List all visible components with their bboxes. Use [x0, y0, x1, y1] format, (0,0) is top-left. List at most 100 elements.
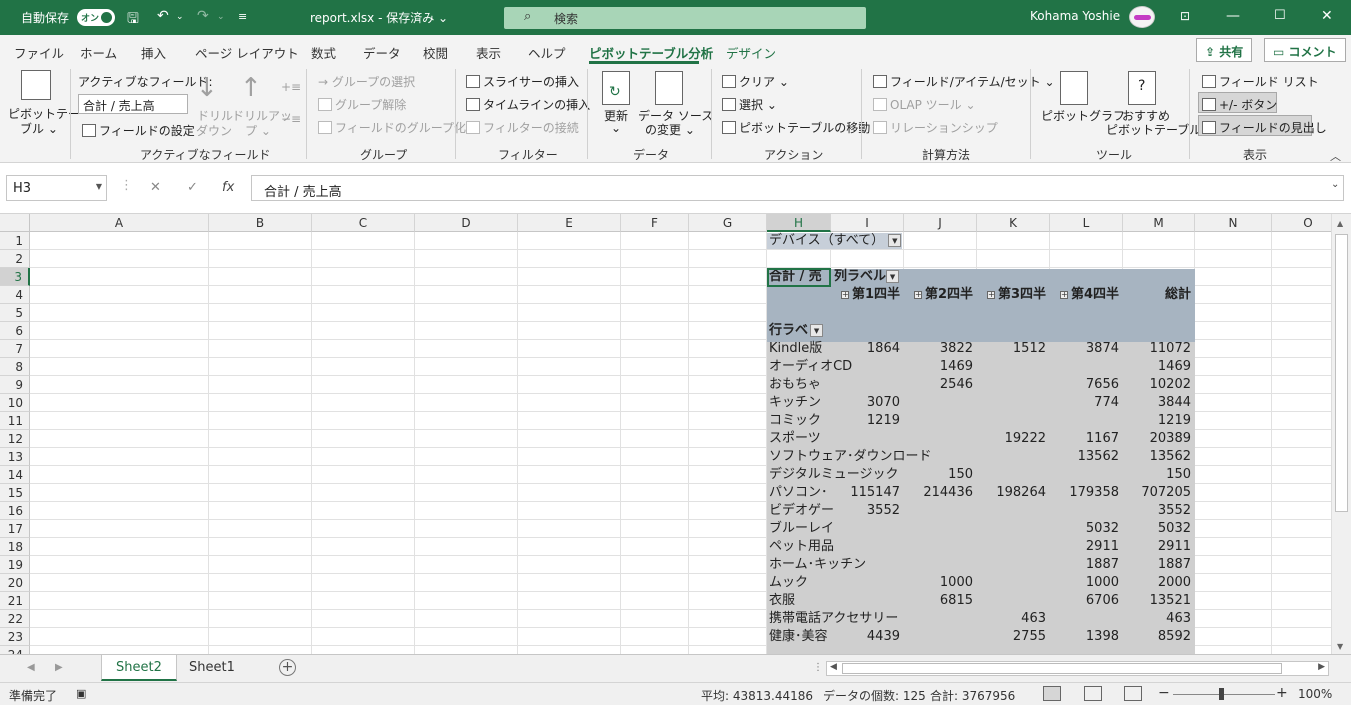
row-header-23[interactable]: 23: [0, 628, 30, 646]
pivot-quarter-header[interactable]: + 第3四半: [977, 286, 1050, 304]
row-header-20[interactable]: 20: [0, 574, 30, 592]
pivot-value-cell[interactable]: 3822: [904, 340, 977, 358]
autosave-toggle[interactable]: オン: [77, 9, 115, 26]
pivot-value-cell[interactable]: 1000: [904, 574, 977, 592]
pivot-value-cell[interactable]: [831, 592, 904, 610]
save-icon[interactable]: 🖫: [127, 8, 139, 32]
column-header-f[interactable]: F: [621, 214, 689, 232]
pivot-value-cell[interactable]: 774: [1050, 394, 1123, 412]
pivot-value-cell[interactable]: [1050, 358, 1123, 376]
pivot-value-cell[interactable]: 1887: [1123, 556, 1195, 574]
row-header-1[interactable]: 1: [0, 232, 30, 250]
pivot-value-cell[interactable]: [831, 358, 904, 376]
tab-design[interactable]: デザイン: [726, 43, 776, 62]
pivot-value-cell[interactable]: 5032: [1050, 520, 1123, 538]
field-settings-button[interactable]: フィールドの設定: [82, 122, 195, 139]
row-header-17[interactable]: 17: [0, 520, 30, 538]
pivot-value-cell[interactable]: 1469: [904, 358, 977, 376]
formula-input[interactable]: 合計 / 売上高: [251, 175, 1344, 201]
row-header-21[interactable]: 21: [0, 592, 30, 610]
horizontal-scroll-thumb[interactable]: [842, 663, 1282, 674]
pivot-value-cell[interactable]: 463: [1123, 610, 1195, 628]
tab-split-grip-icon[interactable]: ⋮: [813, 662, 823, 673]
tab-formulas[interactable]: 数式: [311, 43, 336, 62]
expand-icon[interactable]: +: [913, 291, 922, 299]
column-header-j[interactable]: J: [904, 214, 977, 232]
pivot-row-labels[interactable]: 行ラベ ▼: [767, 322, 831, 340]
zoom-level[interactable]: 100%: [1298, 687, 1332, 701]
row-header-10[interactable]: 10: [0, 394, 30, 412]
pivot-filter-field[interactable]: デバイス（すべて） ▼: [767, 232, 903, 250]
column-header-o[interactable]: O: [1272, 214, 1331, 232]
pivot-value-cell[interactable]: [904, 610, 977, 628]
pivot-value-cell[interactable]: [977, 394, 1050, 412]
pivot-value-cell[interactable]: 1219: [831, 412, 904, 430]
column-header-m[interactable]: M: [1123, 214, 1195, 232]
ribbon-display-options-icon[interactable]: ⊡: [1180, 9, 1190, 23]
pivot-value-cell[interactable]: 7656: [1050, 376, 1123, 394]
zoom-out-button[interactable]: −: [1158, 685, 1170, 701]
pivot-value-cell[interactable]: 3552: [831, 502, 904, 520]
pivot-value-cell[interactable]: 13521: [1123, 592, 1195, 610]
pivot-value-cell[interactable]: [977, 520, 1050, 538]
pivot-value-cell[interactable]: [1050, 502, 1123, 520]
maximize-icon[interactable]: ☐: [1274, 8, 1286, 23]
pivottable-icon[interactable]: [21, 70, 51, 100]
insert-slicer-button[interactable]: スライサーの挿入: [466, 73, 579, 90]
pivot-value-cell[interactable]: 1887: [1050, 556, 1123, 574]
pivot-value-cell[interactable]: [831, 376, 904, 394]
column-header-g[interactable]: G: [689, 214, 767, 232]
pivot-value-cell[interactable]: 115147: [831, 484, 904, 502]
pivot-quarter-header[interactable]: + 第4四半: [1050, 286, 1123, 304]
pivot-value-cell[interactable]: [831, 520, 904, 538]
pivot-value-cell[interactable]: 13562: [1123, 448, 1195, 466]
pivot-value-cell[interactable]: 1000: [1050, 574, 1123, 592]
scroll-down-icon[interactable]: ▼: [1337, 642, 1343, 651]
tab-view[interactable]: 表示: [476, 43, 501, 62]
tab-file[interactable]: ファイル: [14, 43, 64, 62]
row-header-18[interactable]: 18: [0, 538, 30, 556]
select-all-corner[interactable]: [0, 214, 30, 232]
relationships-button[interactable]: リレーションシップ: [873, 119, 998, 136]
pivot-value-cell[interactable]: [831, 538, 904, 556]
pivot-value-cell[interactable]: [977, 556, 1050, 574]
recommended-pivottables-label-2[interactable]: ピボットテーブル: [1106, 121, 1201, 138]
sheet-tab-sheet1[interactable]: Sheet1: [175, 655, 249, 681]
pivot-value-cell[interactable]: 1469: [1123, 358, 1195, 376]
sheet-next-icon[interactable]: ▶: [55, 662, 63, 673]
pivot-value-cell[interactable]: [904, 430, 977, 448]
row-labels-dropdown-icon[interactable]: ▼: [810, 324, 824, 337]
pivot-value-cell[interactable]: [977, 448, 1050, 466]
share-button[interactable]: ⇪ 共有: [1196, 38, 1253, 62]
pivot-value-cell[interactable]: 10202: [1123, 376, 1195, 394]
customize-quick-access-icon[interactable]: ≡: [238, 10, 247, 23]
tab-home[interactable]: ホーム: [80, 43, 117, 62]
horizontal-scrollbar[interactable]: ◀ ▶: [826, 661, 1329, 676]
plus-minus-buttons[interactable]: +/- ボタン: [1202, 96, 1277, 113]
expand-icon[interactable]: +: [1059, 291, 1068, 299]
expand-icon[interactable]: +: [840, 291, 849, 299]
scroll-right-icon[interactable]: ▶: [1318, 662, 1325, 672]
close-icon[interactable]: ✕: [1321, 8, 1333, 24]
row-header-8[interactable]: 8: [0, 358, 30, 376]
pivot-quarter-header[interactable]: + 第1四半: [831, 286, 904, 304]
pivot-value-cell[interactable]: [1050, 466, 1123, 484]
pivot-value-cell[interactable]: [904, 520, 977, 538]
active-field-input[interactable]: 合計 / 売上高: [78, 94, 188, 114]
fields-items-sets-button[interactable]: フィールド/アイテム/セット ⌄: [873, 73, 1055, 90]
row-header-14[interactable]: 14: [0, 466, 30, 484]
field-list-button[interactable]: フィールド リスト: [1202, 73, 1319, 90]
user-name[interactable]: Kohama Yoshie: [1030, 9, 1120, 23]
pivot-value-cell[interactable]: 1864: [831, 340, 904, 358]
pivot-value-cell[interactable]: 179358: [1050, 484, 1123, 502]
page-break-preview-icon[interactable]: [1124, 686, 1142, 701]
column-header-i[interactable]: I: [831, 214, 904, 232]
cancel-icon[interactable]: ✕: [150, 180, 161, 195]
pivot-value-cell[interactable]: [977, 376, 1050, 394]
olap-tools-button[interactable]: OLAP ツール ⌄: [873, 96, 976, 113]
macro-recording-icon[interactable]: ▣: [76, 687, 86, 700]
collapse-ribbon-icon[interactable]: ︿: [1330, 148, 1341, 164]
undo-dropdown-icon[interactable]: ⌄: [176, 12, 184, 22]
column-header-d[interactable]: D: [415, 214, 518, 232]
column-header-a[interactable]: A: [30, 214, 209, 232]
